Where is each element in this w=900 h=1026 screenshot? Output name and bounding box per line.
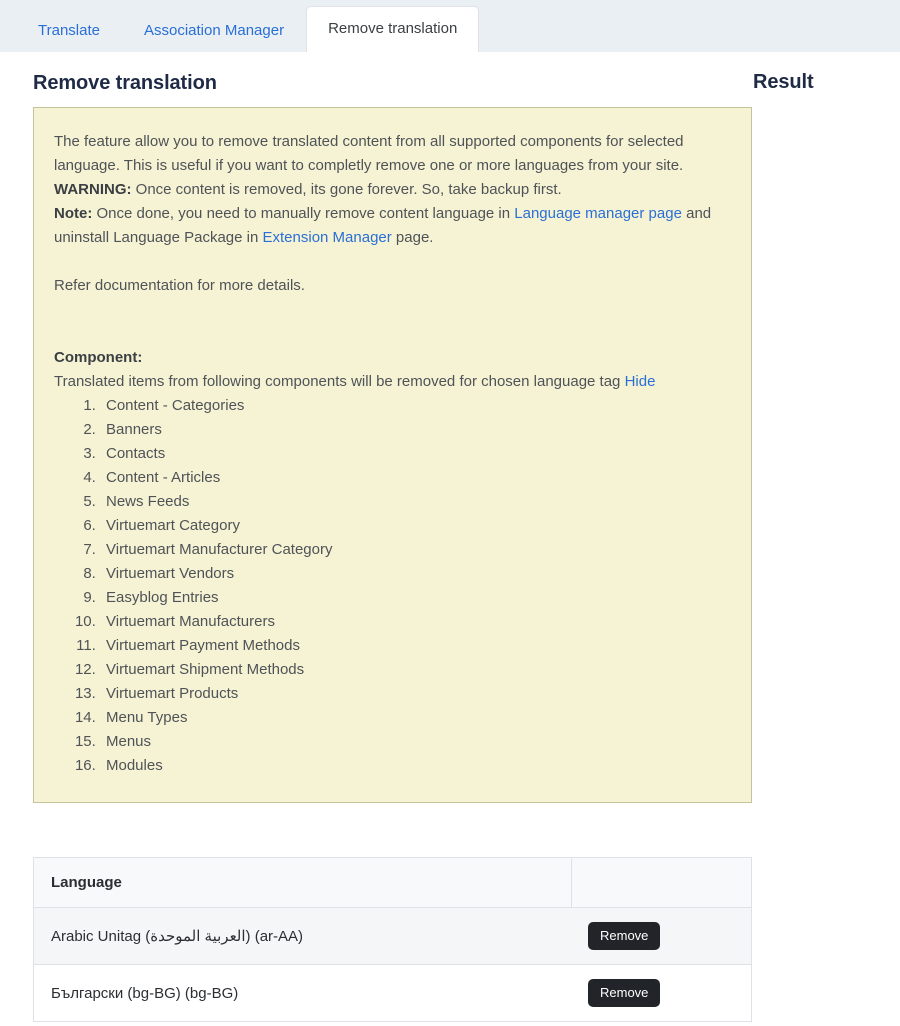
list-item: Virtuemart Manufacturers: [100, 610, 731, 634]
list-item: Virtuemart Shipment Methods: [100, 658, 731, 682]
tab-list: Translate Association Manager Remove tra…: [16, 0, 480, 52]
table-header-row: Language: [34, 858, 751, 908]
action-cell: Remove: [571, 964, 751, 1022]
language-table-container: Language Arabic Unitag (العربية الموحدة)…: [33, 857, 752, 1022]
list-item: Contacts: [100, 442, 731, 466]
hide-link[interactable]: Hide: [625, 373, 656, 390]
tab-bar: Translate Association Manager Remove tra…: [0, 0, 900, 52]
action-cell: Remove: [571, 907, 751, 965]
component-list: Content - Categories Banners Contacts Co…: [54, 394, 731, 778]
tab-remove-translation[interactable]: Remove translation: [306, 6, 480, 52]
note-text-before: Once done, you need to manually remove c…: [92, 205, 515, 222]
component-label: Component:: [54, 349, 143, 366]
notice-refer-text: Refer documentation for more details.: [54, 277, 305, 294]
list-item: Virtuemart Payment Methods: [100, 634, 731, 658]
list-item: Menu Types: [100, 706, 731, 730]
table-row: Arabic Unitag (العربية الموحدة) (ar-AA) …: [34, 907, 751, 965]
list-item: Banners: [100, 418, 731, 442]
table-row: Български (bg-BG) (bg-BG) Remove: [34, 964, 751, 1022]
list-item: Menus: [100, 730, 731, 754]
list-item: Virtuemart Category: [100, 514, 731, 538]
list-item: Content - Articles: [100, 466, 731, 490]
result-title: Result: [753, 71, 814, 93]
notice-paragraph-intro: The feature allow you to remove translat…: [54, 133, 684, 174]
remove-button[interactable]: Remove: [588, 979, 661, 1007]
warning-label: WARNING:: [54, 181, 132, 198]
column-header-language: Language: [34, 858, 572, 908]
info-notice: The feature allow you to remove translat…: [33, 107, 752, 803]
list-item: Virtuemart Manufacturer Category: [100, 538, 731, 562]
notice-spacer-2: [54, 298, 731, 322]
list-item: Modules: [100, 754, 731, 778]
remove-button[interactable]: Remove: [588, 922, 661, 950]
extension-manager-link[interactable]: Extension Manager: [263, 229, 392, 246]
table-body: Arabic Unitag (العربية الموحدة) (ar-AA) …: [34, 907, 751, 1022]
column-header-action: [571, 858, 751, 908]
language-name-cell: Arabic Unitag (العربية الموحدة) (ar-AA): [34, 907, 571, 965]
component-intro-text: Translated items from following componen…: [54, 373, 625, 390]
tab-translate[interactable]: Translate: [16, 10, 122, 52]
notice-spacer-1: [54, 250, 731, 274]
component-intro-line: Translated items from following componen…: [54, 370, 731, 394]
notice-spacer-3: [54, 322, 731, 346]
table-head: Language: [34, 858, 751, 908]
warning-text: Once content is removed, its gone foreve…: [131, 181, 562, 198]
list-item: Virtuemart Products: [100, 682, 731, 706]
language-name-cell: Български (bg-BG) (bg-BG): [34, 964, 571, 1022]
language-table: Language Arabic Unitag (العربية الموحدة)…: [34, 858, 751, 1022]
list-item: Content - Categories: [100, 394, 731, 418]
note-text-after: page.: [391, 229, 434, 246]
language-manager-link[interactable]: Language manager page: [514, 205, 682, 222]
notice-note-line: Note: Once done, you need to manually re…: [54, 202, 731, 250]
list-item: News Feeds: [100, 490, 731, 514]
list-item: Easyblog Entries: [100, 586, 731, 610]
notice-warning-line: WARNING: Once content is removed, its go…: [54, 178, 731, 202]
note-label: Note:: [54, 205, 93, 222]
list-item: Virtuemart Vendors: [100, 562, 731, 586]
tab-association-manager[interactable]: Association Manager: [122, 10, 306, 52]
